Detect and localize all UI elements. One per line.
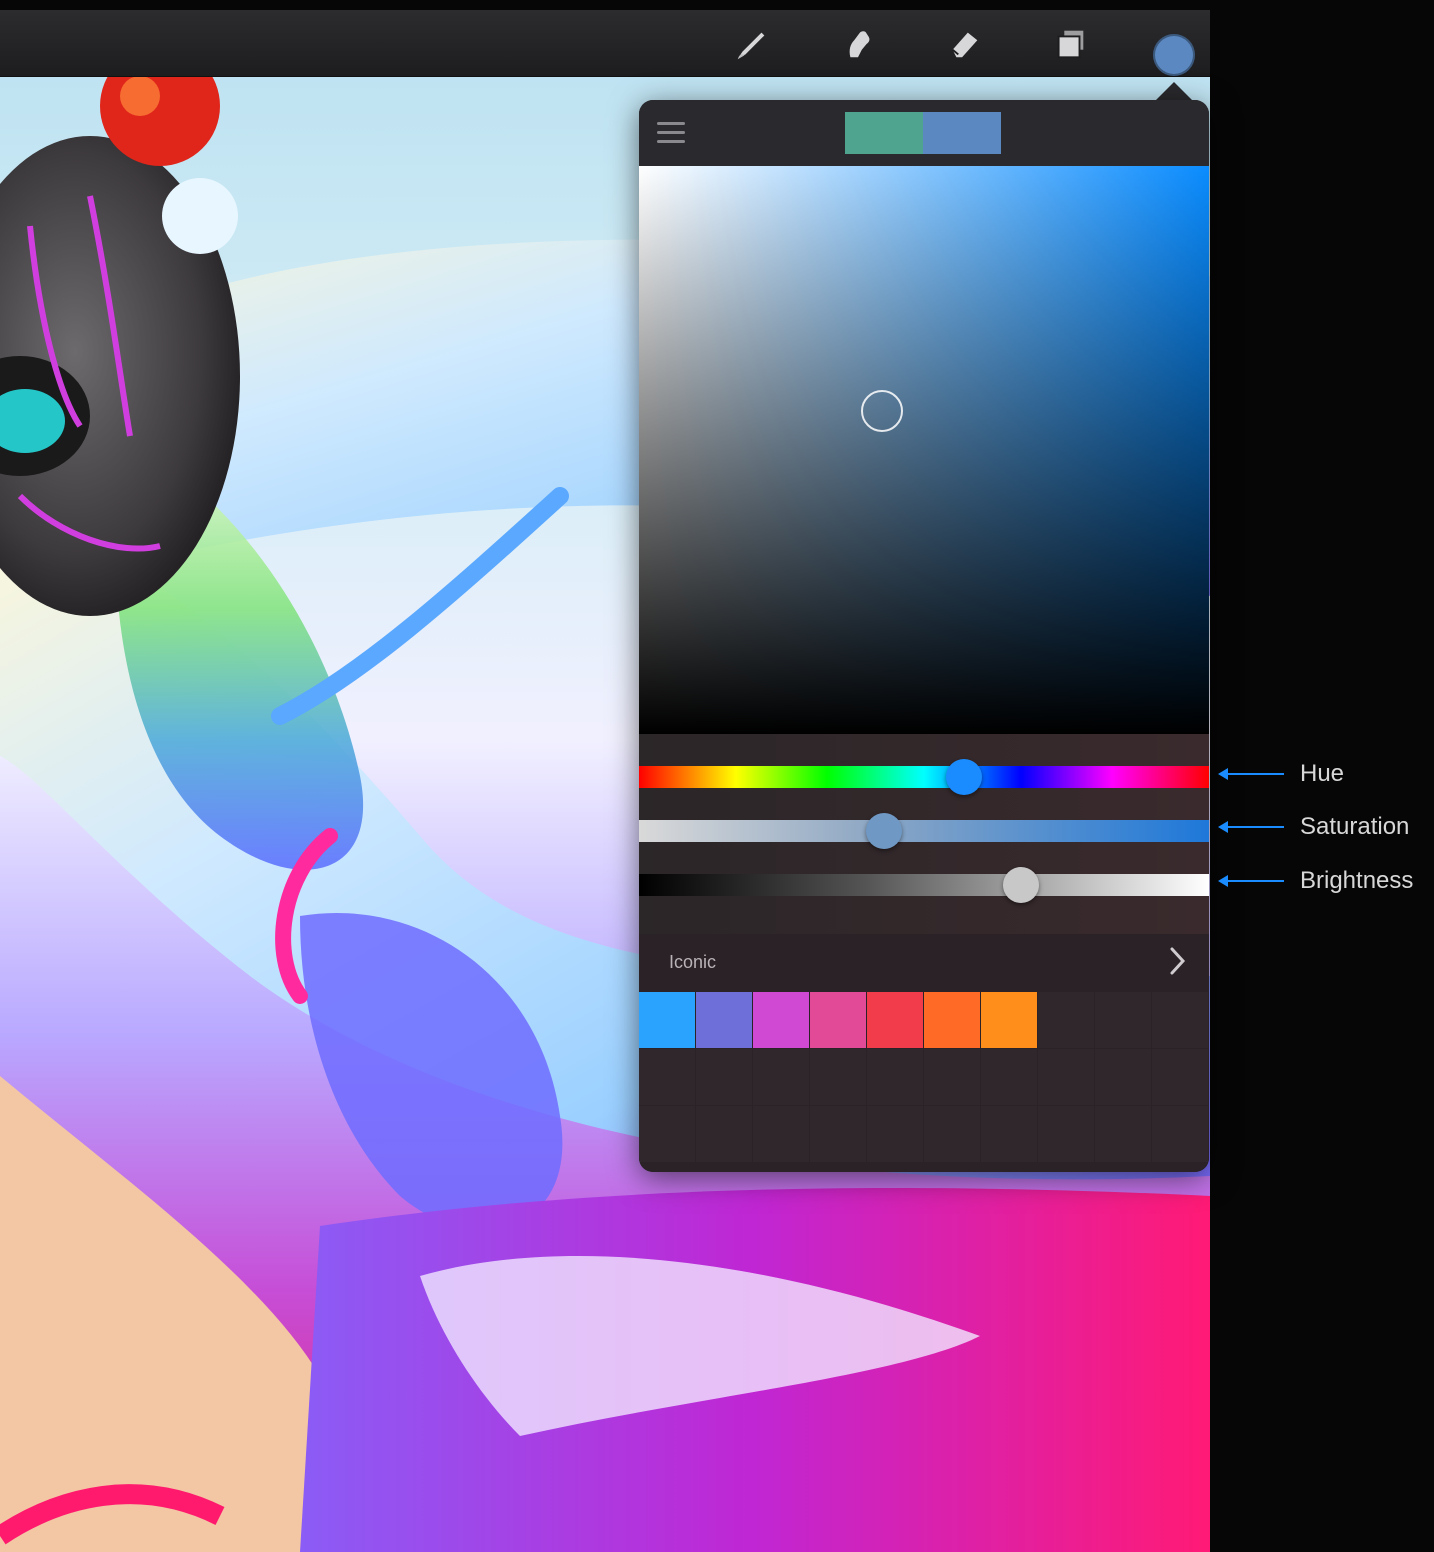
palette-empty-slot[interactable] [696,1106,752,1162]
palette-swatch[interactable] [696,992,752,1048]
previous-color-swatch[interactable] [845,112,923,154]
palette-empty-slot[interactable] [1095,1106,1151,1162]
arrow-left-icon [1218,821,1284,833]
palette-empty-slot[interactable] [810,1106,866,1162]
palette-swatch[interactable] [639,992,695,1048]
smudge-icon [849,31,870,58]
popover-pointer [1156,82,1192,100]
palette-empty-slot[interactable] [1038,1049,1094,1105]
brush-icon [737,32,765,60]
palette-empty-slot[interactable] [753,1106,809,1162]
eraser-tool-button[interactable] [942,22,986,66]
menu-icon[interactable] [657,122,685,146]
eraser-icon [951,32,978,58]
palette-empty-slot[interactable] [1152,992,1208,1048]
saturation-annotation: Saturation [1216,812,1409,842]
hue-annotation: Hue [1216,759,1344,789]
palette-empty-slot[interactable] [1038,1106,1094,1162]
top-toolbar [0,10,1210,77]
palette-empty-slot[interactable] [1152,1049,1208,1105]
palette-empty-slot[interactable] [1095,992,1151,1048]
palette-empty-slot[interactable] [696,1049,752,1105]
palette-swatch[interactable] [810,992,866,1048]
palette-empty-slot[interactable] [1095,1049,1151,1105]
palette-empty-slot[interactable] [981,1049,1037,1105]
palette-empty-slot[interactable] [639,1106,695,1162]
layers-icon [1057,30,1084,59]
smudge-tool-button[interactable] [836,22,880,66]
palette-swatch[interactable] [981,992,1037,1048]
palette-section: Iconic [639,934,1209,1172]
palette-empty-slot[interactable] [810,1049,866,1105]
brightness-slider[interactable] [639,867,1209,903]
palette-grid [639,992,1208,1162]
color-panel-header [639,100,1209,166]
palette-swatch[interactable] [867,992,923,1048]
hue-label: Hue [1300,760,1345,787]
saturation-slider[interactable] [639,813,1209,849]
saturation-label: Saturation [1300,813,1410,840]
palette-empty-slot[interactable] [753,1049,809,1105]
color-panel: Iconic [639,100,1209,1172]
color-sliders [639,734,1209,934]
palette-empty-slot[interactable] [867,1049,923,1105]
arrow-left-icon [1218,875,1284,887]
current-color-swatch[interactable] [923,112,1001,154]
color-tool-button[interactable] [1153,34,1195,76]
brightness-label: Brightness [1300,867,1414,894]
saturation-slider-knob[interactable] [866,813,903,849]
color-box-cursor[interactable] [861,390,903,432]
palette-swatch[interactable] [924,992,980,1048]
hue-slider[interactable] [639,759,1209,795]
chevron-right-icon[interactable] [1167,944,1189,978]
arrow-left-icon [1218,768,1284,780]
saturation-brightness-box[interactable] [639,166,1209,734]
palette-empty-slot[interactable] [867,1106,923,1162]
palette-empty-slot[interactable] [924,1106,980,1162]
layers-tool-button[interactable] [1048,22,1092,66]
palette-swatch[interactable] [753,992,809,1048]
palette-empty-slot[interactable] [981,1106,1037,1162]
palette-empty-slot[interactable] [639,1049,695,1105]
palette-empty-slot[interactable] [924,1049,980,1105]
palette-title[interactable]: Iconic [669,952,716,973]
hue-slider-knob[interactable] [945,759,982,795]
brush-tool-button[interactable] [730,22,774,66]
palette-empty-slot[interactable] [1152,1106,1208,1162]
palette-empty-slot[interactable] [1038,992,1094,1048]
brightness-annotation: Brightness [1216,866,1413,896]
brightness-slider-knob[interactable] [1002,867,1039,903]
